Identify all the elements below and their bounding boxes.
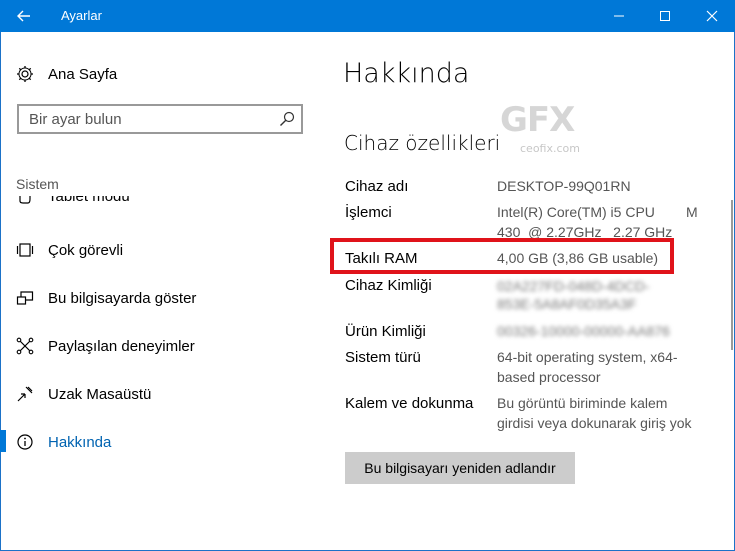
- window-title: Ayarlar: [61, 8, 102, 23]
- search-placeholder: Bir ayar bulun: [29, 111, 122, 128]
- active-indicator: [0, 430, 6, 452]
- remote-desktop-icon: [17, 386, 33, 402]
- sidebar-item-multitasking[interactable]: Çok görevli: [16, 239, 123, 261]
- spec-value-device-id-line2: 853E-5A8AF0D35A3F: [497, 296, 637, 312]
- gear-icon: [17, 66, 33, 82]
- search-icon[interactable]: [279, 111, 295, 127]
- minimize-button[interactable]: [596, 0, 642, 32]
- home-nav-item[interactable]: Ana Sayfa: [16, 64, 117, 84]
- spec-value-device-name: DESKTOP-99Q01RN: [497, 178, 631, 194]
- info-icon: [17, 434, 33, 450]
- spec-label-processor: İşlemci: [345, 204, 392, 221]
- close-button[interactable]: [689, 0, 735, 32]
- sidebar-item-label: Hakkında: [48, 433, 112, 451]
- spec-value-ram: 4,00 GB (3,86 GB usable): [497, 250, 659, 266]
- page-title: Hakkında: [343, 58, 470, 89]
- watermark-site-text: ceofix.com: [520, 142, 580, 155]
- tablet-icon: [19, 196, 31, 204]
- sidebar-item-label: Bu bilgisayarda göster: [48, 289, 197, 307]
- sidebar-item-label: Çok görevli: [48, 241, 124, 259]
- spec-label-product-id: Ürün Kimliği: [345, 323, 426, 340]
- spec-label-device-id: Cihaz Kimliği: [345, 277, 432, 294]
- project-icon: [16, 291, 34, 305]
- spec-value-pen-touch-line1: Bu görüntü biriminde kalem: [497, 395, 668, 411]
- watermark-logo-text: GFX: [500, 100, 575, 140]
- shared-experiences-icon: [16, 337, 34, 355]
- multitasking-icon: [16, 243, 34, 257]
- watermark-logo: GFX ceofix.com: [500, 100, 590, 160]
- spec-value-processor-line1: Intel(R) Core(TM) i5 CPU M: [497, 204, 698, 220]
- sidebar: Ana Sayfa Bir ayar bulun Sistem Tablet m…: [0, 32, 325, 550]
- maximize-icon: [660, 11, 670, 21]
- scrollbar[interactable]: [731, 200, 733, 350]
- spec-value-pen-touch-line2: girdisi veya dokunarak giriş yok: [497, 415, 692, 431]
- sidebar-item-about[interactable]: Hakkında: [16, 431, 111, 453]
- nav-scroll-clip: Tablet modu: [0, 196, 325, 216]
- section-title-device-specs: Cihaz özellikleri: [344, 131, 501, 155]
- title-bar: Ayarlar: [0, 0, 735, 32]
- spec-value-product-id: 00326-10000-00000-AA876: [497, 323, 670, 339]
- sidebar-item-project[interactable]: Bu bilgisayarda göster: [16, 287, 196, 309]
- spec-label-ram: Takılı RAM: [345, 250, 418, 267]
- spec-value-system-type-line1: 64-bit operating system, x64-: [497, 349, 678, 365]
- sidebar-item-label: Uzak Masaüstü: [48, 385, 152, 403]
- spec-label-device-name: Cihaz adı: [345, 178, 409, 195]
- spec-value-system-type-line2: based processor: [497, 369, 601, 385]
- maximize-button[interactable]: [642, 0, 688, 32]
- spec-label-pen-touch: Kalem ve dokunma: [345, 395, 474, 412]
- close-icon: [706, 10, 718, 22]
- settings-search-input[interactable]: Bir ayar bulun: [17, 104, 303, 134]
- home-label: Ana Sayfa: [48, 65, 118, 83]
- rename-pc-button[interactable]: Bu bilgisayarı yeniden adlandır: [345, 452, 575, 484]
- section-label-system: Sistem: [16, 176, 59, 192]
- sidebar-item-label: Tablet modu: [48, 196, 130, 205]
- sidebar-item-shared-experiences[interactable]: Paylaşılan deneyimler: [16, 335, 195, 357]
- back-button[interactable]: [0, 0, 48, 32]
- spec-label-system-type: Sistem türü: [345, 349, 421, 366]
- sidebar-item-tablet-mode[interactable]: Tablet modu: [16, 196, 130, 207]
- sidebar-item-label: Paylaşılan deneyimler: [48, 337, 195, 355]
- minimize-icon: [614, 15, 624, 17]
- back-arrow-icon: [17, 10, 30, 22]
- sidebar-item-remote-desktop[interactable]: Uzak Masaüstü: [16, 383, 151, 405]
